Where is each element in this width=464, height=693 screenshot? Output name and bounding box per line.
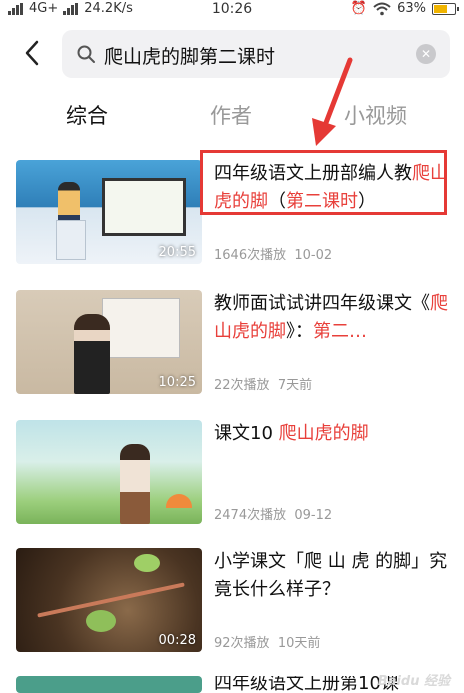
result-tabs: 综合 作者 小视频: [0, 100, 464, 140]
video-duration: 20:55: [158, 245, 196, 260]
podium: [56, 220, 86, 260]
teacher-figure: [74, 314, 110, 394]
list-item[interactable]: 00:28 小学课文「爬 山 虎 的脚」究竟长什么样子？ 92次播放 10天前: [16, 548, 456, 658]
back-button[interactable]: [18, 38, 48, 68]
video-meta: 92次播放 10天前: [214, 632, 320, 651]
search-input[interactable]: 爬山虎的脚第二课时 ✕: [62, 30, 450, 78]
video-duration: 10:25: [158, 375, 196, 390]
search-query[interactable]: 爬山虎的脚第二课时: [104, 42, 275, 69]
alarm-icon: ⏰: [350, 1, 368, 16]
sprout-leaf: [134, 554, 160, 572]
chevron-left-icon: [25, 40, 39, 66]
publish-date: 10天前: [277, 636, 321, 651]
annotation-highlight-box: [200, 150, 447, 215]
video-meta: 22次播放 7天前: [214, 374, 312, 393]
wifi-icon: [373, 2, 391, 15]
list-item[interactable]: 10:25 教师面试试讲四年级课文《爬山虎的脚》：第二… 22次播放 7天前: [16, 290, 456, 400]
tab-short-videos[interactable]: 小视频: [344, 100, 407, 130]
play-count: 22次播放: [214, 378, 270, 393]
video-duration: 00:28: [158, 633, 196, 648]
clear-icon[interactable]: ✕: [416, 44, 436, 64]
battery-icon: [432, 2, 459, 15]
list-item[interactable]: 课文10 爬山虎的脚 2474次播放 09-12: [16, 420, 456, 530]
video-title[interactable]: 小学课文「爬 山 虎 的脚」究竟长什么样子？: [214, 548, 450, 604]
video-title[interactable]: 课文10 爬山虎的脚: [214, 420, 450, 448]
title-text: 》：: [286, 321, 313, 342]
whiteboard: [102, 178, 186, 236]
video-title[interactable]: 教师面试试讲四年级课文《爬山虎的脚》：第二…: [214, 290, 450, 346]
tab-comprehensive[interactable]: 综合: [66, 100, 108, 130]
title-highlight: 爬山虎的脚: [278, 423, 369, 444]
sprout-leaf: [86, 610, 116, 632]
video-meta: 1646次播放 10-02: [214, 244, 332, 263]
video-thumbnail[interactable]: [16, 420, 202, 524]
video-thumbnail[interactable]: 00:28: [16, 548, 202, 652]
play-count: 1646次播放: [214, 248, 287, 263]
title-highlight: 第二…: [313, 321, 367, 342]
tab-authors[interactable]: 作者: [210, 100, 252, 130]
play-count: 2474次播放: [214, 508, 287, 523]
publish-date: 7天前: [277, 378, 313, 393]
video-thumbnail[interactable]: 10:25: [16, 290, 202, 394]
status-bar: 4G+ 24.2K/s 10:26 ⏰ 63%: [0, 0, 464, 20]
play-count: 92次播放: [214, 636, 270, 651]
umbrella-decoration: [166, 494, 192, 508]
title-text: 教师面试试讲四年级课文《: [214, 293, 430, 314]
teacher-figure: [120, 444, 150, 524]
battery-percent: 63%: [397, 1, 426, 16]
search-icon: [77, 45, 95, 63]
title-text: 课文10: [214, 423, 279, 444]
watermark-logo: Baidu 经验: [377, 674, 450, 689]
poster-board: [102, 298, 180, 358]
video-thumbnail[interactable]: 20:55: [16, 160, 202, 264]
status-right: ⏰ 63%: [350, 1, 459, 16]
video-thumbnail[interactable]: [16, 676, 202, 693]
video-meta: 2474次播放 09-12: [214, 504, 332, 523]
publish-date: 09-12: [294, 508, 333, 523]
publish-date: 10-02: [294, 248, 333, 263]
